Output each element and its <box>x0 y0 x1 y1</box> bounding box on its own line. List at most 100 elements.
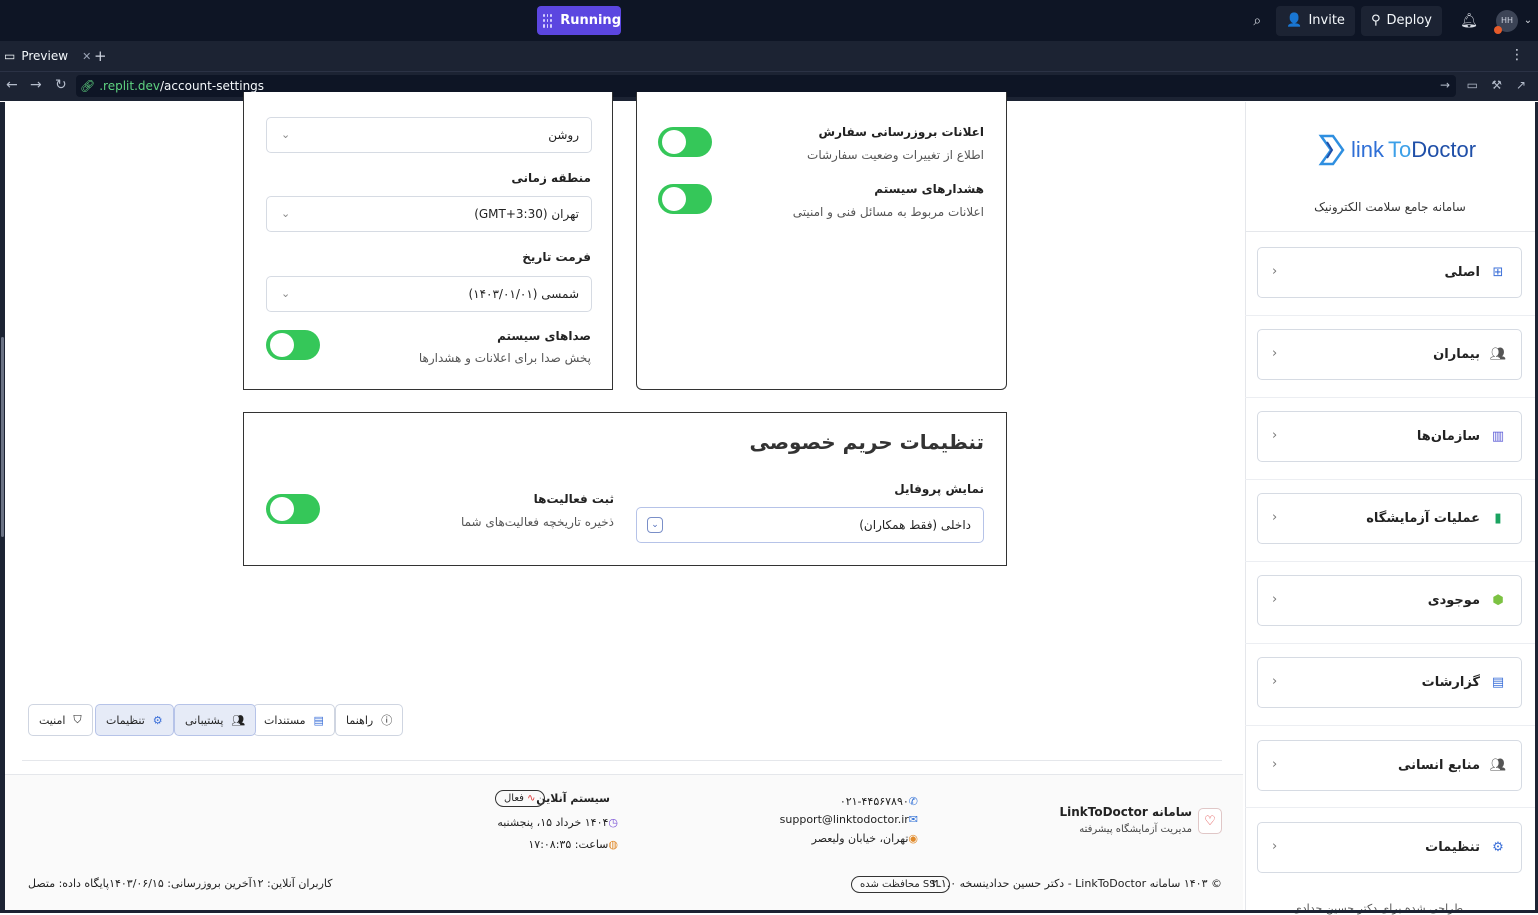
heart-icon: ♡ <box>1198 808 1222 834</box>
gear-icon: ⚙ <box>1490 840 1506 856</box>
sidebar-item-hr[interactable]: 👥︎ منابع انسانی ‹ <box>1257 740 1522 791</box>
devices-icon[interactable]: ▭ <box>1467 78 1478 92</box>
tab-preview[interactable]: ▭ Preview ✕ <box>0 41 88 71</box>
divider <box>1245 725 1535 726</box>
bar-chart-icon: ▤ <box>1490 675 1506 691</box>
chevron-left-icon: ‹ <box>1272 428 1277 443</box>
footer-date: ◷۱۴۰۴ خرداد ۱۵، پنجشنبه <box>497 816 618 829</box>
clock-icon: ◷ <box>608 816 618 829</box>
logo-area: link ToDoctor سامانه جامع سلامت الکترونی… <box>1245 102 1535 232</box>
timezone-select[interactable]: تهران (GMT+3:30) ⌄ <box>266 196 592 232</box>
search-icon[interactable]: ⌕ <box>1244 13 1270 29</box>
invite-label: Invite <box>1308 13 1344 28</box>
sidebar-item-label: گزارشات <box>1422 675 1480 690</box>
sidebar: link ToDoctor سامانه جامع سلامت الکترونی… <box>1245 102 1535 913</box>
sounds-description: پخش صدا برای اعلانات و هشدارها <box>419 351 591 365</box>
footer-brand-title: سامانه LinkToDoctor <box>1059 805 1192 819</box>
profile-visibility-select[interactable]: داخلی (فقط همکاران) ⌄ <box>636 507 984 543</box>
sidebar-item-organizations[interactable]: ▥ سازمان‌ها ‹ <box>1257 411 1522 462</box>
avatar[interactable]: HH <box>1496 10 1518 32</box>
deploy-button[interactable]: ⚲ Deploy <box>1361 6 1442 36</box>
run-label: Running <box>560 13 621 28</box>
add-tab-icon[interactable]: + <box>94 47 107 65</box>
sidebar-item-lab-operations[interactable]: ▮ عملیات آزمایشگاه ‹ <box>1257 493 1522 544</box>
footer-copyright: © ۱۴۰۳ سامانه LinkToDoctor - دکتر حسین ح… <box>931 877 1222 890</box>
footer-time: ◍ساعت: ۱۷:۰۸:۳۵ <box>528 838 618 851</box>
date-format-value: شمسی (۱۴۰۳/۰۱/۰۱) <box>468 287 579 301</box>
sidebar-item-inventory[interactable]: ⬢ موجودی ‹ <box>1257 575 1522 626</box>
sidebar-item-label: سازمان‌ها <box>1417 429 1480 444</box>
monitor-icon: ▭ <box>4 49 15 63</box>
close-icon[interactable]: ✕ <box>82 50 91 63</box>
footer-address: ◉تهران، خیابان ولیعصر <box>812 832 918 845</box>
invite-button[interactable]: 👤 Invite <box>1276 6 1355 36</box>
documents-button[interactable]: ▤مستندات <box>253 704 335 736</box>
footer-phone: ✆۰۲۱-۴۴۵۶۷۸۹۰ <box>840 795 918 808</box>
help-button[interactable]: ⓘراهنما <box>335 704 403 736</box>
link-icon: 🔗︎ <box>80 79 95 93</box>
display-settings-card: روشن ⌄ منطقه زمانی تهران (GMT+3:30) ⌄ فر… <box>243 92 613 390</box>
date-format-select[interactable]: شمسی (۱۴۰۳/۰۱/۰۱) ⌄ <box>266 276 592 312</box>
chevron-down-icon: ⌄ <box>281 128 290 141</box>
theme-select[interactable]: روشن ⌄ <box>266 117 592 153</box>
refresh-icon[interactable]: ↻ <box>55 77 67 93</box>
system-status-label: سیستم آنلاین <box>536 792 610 805</box>
support-button[interactable]: 👥︎پشتیبانی <box>174 704 256 736</box>
activity-log-toggle[interactable] <box>266 494 320 524</box>
sidebar-item-label: تنظیمات <box>1425 840 1480 855</box>
users-icon: 👥︎ <box>1490 758 1506 774</box>
run-button[interactable]: Running <box>537 6 621 35</box>
theme-value: روشن <box>548 128 579 142</box>
divider <box>1245 397 1535 398</box>
privacy-title: تنظیمات حریم خصوصی <box>749 430 984 454</box>
system-alerts-toggle[interactable] <box>658 184 712 214</box>
box-icon: ⬢ <box>1490 593 1506 609</box>
bell-icon[interactable]: 🔔︎ <box>1456 13 1482 29</box>
sidebar-item-reports[interactable]: ▤ گزارشات ‹ <box>1257 657 1522 708</box>
activity-log-label: ثبت فعالیت‌ها <box>534 492 614 506</box>
tagline: سامانه جامع سلامت الکترونیک <box>1245 200 1535 214</box>
footer-email[interactable]: ✉support@linktodoctor.ir <box>780 813 918 826</box>
system-alerts-label: هشدارهای سیستم <box>874 182 984 196</box>
deploy-label: Deploy <box>1386 13 1432 28</box>
logo-word-todoctor: ToDoctor <box>1388 137 1476 163</box>
system-alerts-description: اعلانات مربوط به مسائل فنی و امنیتی <box>793 205 984 219</box>
grid-icon <box>543 14 552 28</box>
sidebar-item-label: منابع انسانی <box>1398 758 1480 773</box>
chevron-left-icon: ‹ <box>1272 510 1277 525</box>
go-arrow-icon[interactable]: → <box>1440 78 1450 92</box>
sounds-label: صداهای سیستم <box>497 329 591 343</box>
scrollbar[interactable] <box>0 102 5 913</box>
divider <box>1245 643 1535 644</box>
external-link-icon[interactable]: ↗ <box>1516 78 1526 92</box>
chevron-down-icon[interactable]: ⌄ <box>1518 15 1538 26</box>
users-icon: 👥︎ <box>1490 347 1506 363</box>
sounds-toggle[interactable] <box>266 330 320 360</box>
sidebar-item-main[interactable]: ⊞ اصلی ‹ <box>1257 247 1522 298</box>
sidebar-item-settings[interactable]: ⚙ تنظیمات ‹ <box>1257 822 1522 873</box>
divider <box>1245 807 1535 808</box>
building-icon: ▥ <box>1490 429 1506 445</box>
document-icon: ▤ <box>314 714 324 727</box>
back-icon[interactable]: ← <box>6 77 18 93</box>
forward-icon[interactable]: → <box>30 77 42 93</box>
globe-icon: ◍ <box>608 838 618 851</box>
order-notifications-toggle[interactable] <box>658 127 712 157</box>
deploy-icon: ⚲ <box>1371 13 1381 28</box>
add-user-icon: 👤 <box>1286 13 1302 28</box>
location-icon: ◉ <box>908 832 918 845</box>
settings-button[interactable]: ⚙تنظیمات <box>95 704 174 736</box>
footer-divider <box>22 760 1222 761</box>
security-button[interactable]: ⛉امنیت <box>28 704 93 736</box>
status-badge: ∿ فعال <box>495 790 545 807</box>
wrench-icon[interactable]: ⚒ <box>1491 78 1502 92</box>
sidebar-item-label: بیماران <box>1433 347 1480 362</box>
phone-icon: ✆ <box>909 795 918 808</box>
sidebar-item-patients[interactable]: 👥︎ بیماران ‹ <box>1257 329 1522 380</box>
logo: link ToDoctor <box>1317 132 1476 168</box>
more-vertical-icon[interactable]: ⋮ <box>1510 47 1524 63</box>
ssl-badge: SSL محافظت شده <box>851 876 950 893</box>
sidebar-footer-text: طراحی شده برای دکتر حسین حدادی <box>1293 902 1463 915</box>
url-path: /account-settings <box>160 79 264 93</box>
activity-icon: ∿ <box>527 793 535 804</box>
